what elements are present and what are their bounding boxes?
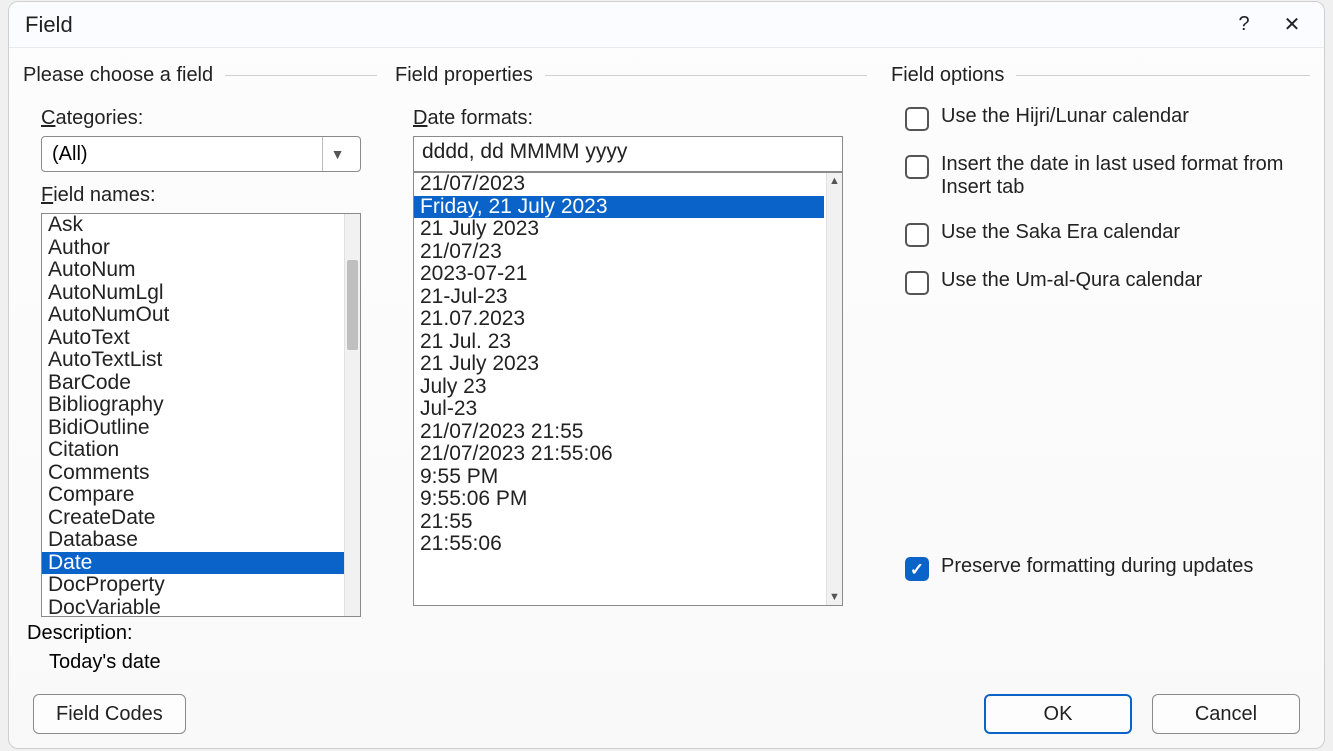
list-item[interactable]: 21/07/2023 21:55 [414, 421, 824, 444]
date-formats-listbox[interactable]: 21/07/2023Friday, 21 July 202321 July 20… [413, 172, 843, 606]
list-item[interactable]: 2023-07-21 [414, 263, 824, 286]
dialog-footer: Field Codes OK Cancel [9, 694, 1324, 734]
description-value: Today's date [49, 651, 161, 674]
list-item[interactable]: Citation [42, 439, 344, 462]
ok-button[interactable]: OK [984, 694, 1132, 734]
date-formats-label: Date formats: [413, 107, 867, 130]
list-item[interactable]: CreateDate [42, 507, 344, 530]
description-block: Description: Today's date [27, 622, 161, 674]
list-item[interactable]: 21/07/23 [414, 241, 824, 264]
help-icon[interactable]: ? [1220, 2, 1268, 48]
checkbox-icon [905, 557, 929, 581]
list-item[interactable]: Author [42, 237, 344, 260]
list-item[interactable]: 21:55 [414, 511, 824, 534]
choose-field-heading: Please choose a field [23, 64, 213, 87]
field-dialog: Field ? ✕ Please choose a field Categori… [8, 1, 1325, 749]
list-item[interactable]: 9:55:06 PM [414, 488, 824, 511]
hijri-calendar-checkbox[interactable]: Use the Hijri/Lunar calendar [905, 105, 1310, 131]
list-item[interactable]: 9:55 PM [414, 466, 824, 489]
list-item[interactable]: 21.07.2023 [414, 308, 824, 331]
list-item[interactable]: Comments [42, 462, 344, 485]
field-codes-button[interactable]: Field Codes [33, 694, 186, 734]
chevron-down-icon[interactable]: ▼ [322, 137, 352, 171]
list-item[interactable]: 21 Jul. 23 [414, 331, 824, 354]
list-item[interactable]: BidiOutline [42, 417, 344, 440]
list-item[interactable]: AutoNumOut [42, 304, 344, 327]
list-item[interactable]: 21/07/2023 21:55:06 [414, 443, 824, 466]
cancel-button[interactable]: Cancel [1152, 694, 1300, 734]
field-properties-heading: Field properties [395, 64, 533, 87]
list-item[interactable]: 21:55:06 [414, 533, 824, 556]
checkbox-icon [905, 107, 929, 131]
list-item[interactable]: Compare [42, 484, 344, 507]
field-options-heading: Field options [891, 64, 1004, 87]
field-options-panel: Field options Use the Hijri/Lunar calend… [891, 64, 1310, 708]
preserve-formatting-checkbox[interactable]: Preserve formatting during updates [905, 555, 1310, 581]
list-item[interactable]: Database [42, 529, 344, 552]
choose-field-panel: Please choose a field Categories: (All) … [23, 64, 377, 708]
list-item[interactable]: AutoNum [42, 259, 344, 282]
list-item[interactable]: Friday, 21 July 2023 [414, 196, 824, 219]
date-format-input[interactable]: dddd, dd MMMM yyyy [413, 136, 843, 172]
list-item[interactable]: 21/07/2023 [414, 173, 824, 196]
scroll-down-icon[interactable]: ▼ [827, 589, 842, 605]
um-al-qura-calendar-checkbox[interactable]: Use the Um-al-Qura calendar [905, 269, 1310, 295]
list-item[interactable]: AutoText [42, 327, 344, 350]
list-item[interactable]: Date [42, 552, 344, 575]
scrollbar[interactable]: ▲ ▼ [826, 173, 842, 605]
checkbox-icon [905, 271, 929, 295]
list-item[interactable]: AutoNumLgl [42, 282, 344, 305]
checkbox-icon [905, 223, 929, 247]
list-item[interactable]: 21-Jul-23 [414, 286, 824, 309]
field-names-listbox[interactable]: AskAuthorAutoNumAutoNumLglAutoNumOutAuto… [41, 213, 361, 617]
scrollbar-thumb[interactable] [347, 260, 358, 350]
field-names-label: Field names: [41, 184, 377, 207]
list-item[interactable]: BarCode [42, 372, 344, 395]
close-icon[interactable]: ✕ [1268, 2, 1316, 48]
list-item[interactable]: DocVariable [42, 597, 344, 617]
list-item[interactable]: 21 July 2023 [414, 218, 824, 241]
scrollbar[interactable] [344, 214, 360, 616]
last-used-format-checkbox[interactable]: Insert the date in last used format from… [905, 153, 1310, 199]
dialog-title: Field [25, 12, 1220, 38]
categories-value: (All) [52, 143, 88, 166]
list-item[interactable]: DocProperty [42, 574, 344, 597]
list-item[interactable]: July 23 [414, 376, 824, 399]
description-label: Description: [27, 622, 161, 645]
field-properties-panel: Field properties Date formats: dddd, dd … [395, 64, 867, 708]
saka-calendar-checkbox[interactable]: Use the Saka Era calendar [905, 221, 1310, 247]
list-item[interactable]: Jul-23 [414, 398, 824, 421]
list-item[interactable]: 21 July 2023 [414, 353, 824, 376]
checkbox-icon [905, 155, 929, 179]
categories-combobox[interactable]: (All) ▼ [41, 136, 361, 172]
list-item[interactable]: Ask [42, 214, 344, 237]
categories-label: Categories: [41, 107, 377, 130]
list-item[interactable]: AutoTextList [42, 349, 344, 372]
titlebar: Field ? ✕ [9, 2, 1324, 48]
scroll-up-icon[interactable]: ▲ [827, 173, 842, 189]
list-item[interactable]: Bibliography [42, 394, 344, 417]
